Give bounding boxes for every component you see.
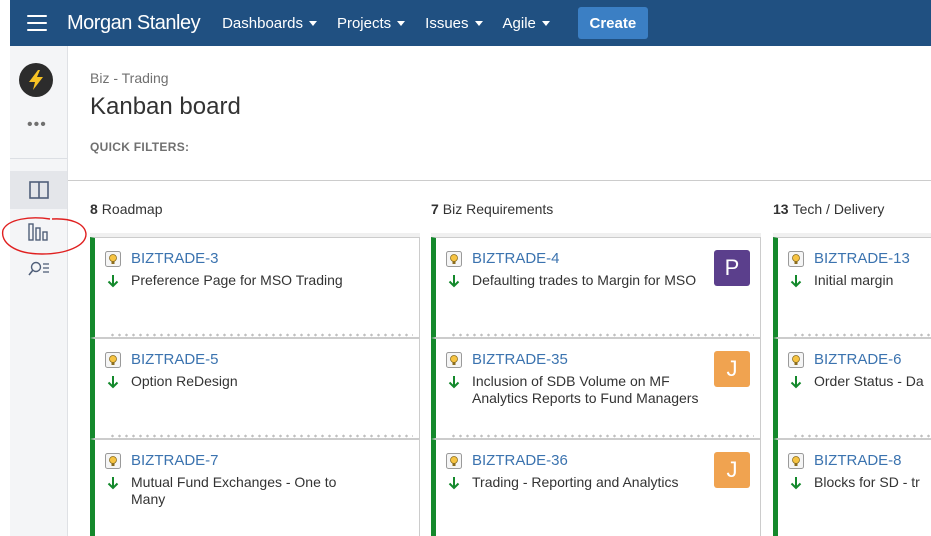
issue-summary: Initial margin [814, 272, 894, 288]
left-margin [0, 0, 10, 536]
lightning-logo-icon[interactable] [19, 63, 53, 97]
priority-low-arrow-icon [790, 376, 802, 389]
assignee-avatar[interactable]: P [714, 250, 750, 286]
column-count: 7 [431, 201, 439, 217]
board-icon [28, 181, 49, 199]
issue-key[interactable]: BIZTRADE-35 [472, 351, 568, 368]
idea-bulb-icon [105, 251, 121, 267]
chevron-down-icon [474, 20, 483, 26]
sidebar-item-board[interactable] [10, 171, 67, 209]
issue-summary: Option ReDesign [131, 373, 238, 389]
header-divider [68, 180, 931, 181]
priority-low-arrow-icon [107, 376, 119, 389]
nav-issues-label: Issues [425, 14, 469, 32]
priority-low-arrow-icon [448, 376, 460, 389]
column-header-biz-requirements: 7 Biz Requirements [431, 201, 553, 217]
issue-summary: Trading - Reporting and Analytics [472, 474, 679, 490]
chevron-down-icon [308, 20, 317, 26]
assignee-avatar[interactable]: J [714, 351, 750, 387]
issue-key[interactable]: BIZTRADE-13 [814, 250, 910, 267]
breadcrumb[interactable]: Biz - Trading [90, 70, 169, 86]
card-grabber[interactable] [450, 434, 754, 438]
page: Morgan Stanley Dashboards Projects Issue… [0, 0, 931, 536]
column-name: Roadmap [101, 201, 163, 217]
priority-low-arrow-icon [448, 477, 460, 490]
issue-card[interactable]: BIZTRADE-3 Preference Page for MSO Tradi… [90, 237, 420, 338]
card-grabber[interactable] [450, 333, 754, 337]
menu-icon[interactable] [27, 15, 47, 31]
priority-low-arrow-icon [107, 477, 119, 490]
issue-key[interactable]: BIZTRADE-4 [472, 250, 560, 267]
idea-bulb-icon [105, 352, 121, 368]
column-tech-delivery: BIZTRADE-13 Initial margin BIZTRADE-6 Or… [773, 233, 931, 536]
issue-card[interactable]: BIZTRADE-36 Trading - Reporting and Anal… [431, 439, 761, 536]
issue-key[interactable]: BIZTRADE-3 [131, 250, 219, 267]
nav-projects-label: Projects [336, 14, 392, 32]
sidebar-item-issues-search[interactable] [10, 254, 67, 284]
column-header-tech-delivery: 13 Tech / Delivery [773, 201, 884, 217]
column-count: 13 [773, 201, 789, 217]
nav-dashboards-label: Dashboards [222, 14, 303, 32]
issue-summary: Blocks for SD - tr [814, 474, 920, 490]
issue-key[interactable]: BIZTRADE-7 [131, 452, 219, 469]
reports-icon [27, 223, 48, 241]
priority-low-arrow-icon [448, 275, 460, 288]
column-name: Tech / Delivery [792, 201, 885, 217]
sidebar-item-reports[interactable] [10, 214, 67, 250]
column-name: Biz Requirements [442, 201, 554, 217]
column-biz-requirements: BIZTRADE-4 Defaulting trades to Margin f… [431, 233, 761, 536]
priority-low-arrow-icon [790, 275, 802, 288]
chevron-down-icon [397, 20, 406, 26]
nav-agile[interactable]: Agile [503, 15, 550, 32]
search-filter-icon [27, 261, 49, 276]
issue-card[interactable]: BIZTRADE-4 Defaulting trades to Margin f… [431, 237, 761, 338]
column-count: 8 [90, 201, 98, 217]
page-title: Kanban board [90, 93, 241, 120]
issue-card[interactable]: BIZTRADE-5 Option ReDesign [90, 338, 420, 439]
brand-logo[interactable]: Morgan Stanley [67, 12, 201, 35]
card-grabber[interactable] [792, 333, 931, 337]
issue-key[interactable]: BIZTRADE-6 [814, 351, 902, 368]
top-nav-bar: Morgan Stanley Dashboards Projects Issue… [10, 0, 931, 46]
nav-projects[interactable]: Projects [336, 14, 406, 32]
card-grabber[interactable] [792, 434, 931, 438]
nav-issues[interactable]: Issues [425, 14, 483, 32]
project-sidebar: ••• [10, 46, 68, 536]
nav-dashboards[interactable]: Dashboards [222, 15, 317, 32]
more-icon[interactable]: ••• [27, 116, 47, 134]
idea-bulb-icon [788, 453, 804, 469]
issue-key[interactable]: BIZTRADE-36 [472, 452, 568, 469]
priority-low-arrow-icon [790, 477, 802, 490]
idea-bulb-icon [446, 352, 462, 368]
idea-bulb-icon [788, 352, 804, 368]
idea-bulb-icon [446, 453, 462, 469]
chevron-down-icon [541, 20, 550, 26]
card-grabber[interactable] [109, 434, 413, 438]
issue-key[interactable]: BIZTRADE-5 [131, 351, 219, 368]
assignee-avatar[interactable]: J [714, 452, 750, 488]
issue-summary: Order Status - Da [814, 373, 924, 389]
idea-bulb-icon [446, 251, 462, 267]
issue-card[interactable]: BIZTRADE-6 Order Status - Da [773, 338, 931, 439]
issue-card[interactable]: BIZTRADE-35 Inclusion of SDB Volume on M… [431, 338, 761, 439]
idea-bulb-icon [105, 453, 121, 469]
sidebar-divider [10, 158, 67, 159]
issue-summary: Mutual Fund Exchanges - One to Many [131, 474, 337, 507]
column-header-roadmap: 8 Roadmap [90, 201, 163, 217]
column-roadmap: BIZTRADE-3 Preference Page for MSO Tradi… [90, 233, 420, 536]
card-grabber[interactable] [109, 333, 413, 337]
nav-agile-label: Agile [502, 14, 536, 32]
priority-low-arrow-icon [107, 275, 119, 288]
issue-card[interactable]: BIZTRADE-8 Blocks for SD - tr [773, 439, 931, 536]
issue-card[interactable]: BIZTRADE-7 Mutual Fund Exchanges - One t… [90, 439, 420, 536]
idea-bulb-icon [788, 251, 804, 267]
issue-summary: Inclusion of SDB Volume on MF Analytics … [472, 373, 699, 406]
issue-summary: Defaulting trades to Margin for MSO [472, 272, 697, 288]
issue-summary: Preference Page for MSO Trading [131, 272, 343, 288]
issue-key[interactable]: BIZTRADE-8 [814, 452, 902, 469]
issue-card[interactable]: BIZTRADE-13 Initial margin [773, 237, 931, 338]
quick-filters-label: QUICK FILTERS: [90, 140, 190, 154]
create-button[interactable]: Create [577, 7, 648, 39]
